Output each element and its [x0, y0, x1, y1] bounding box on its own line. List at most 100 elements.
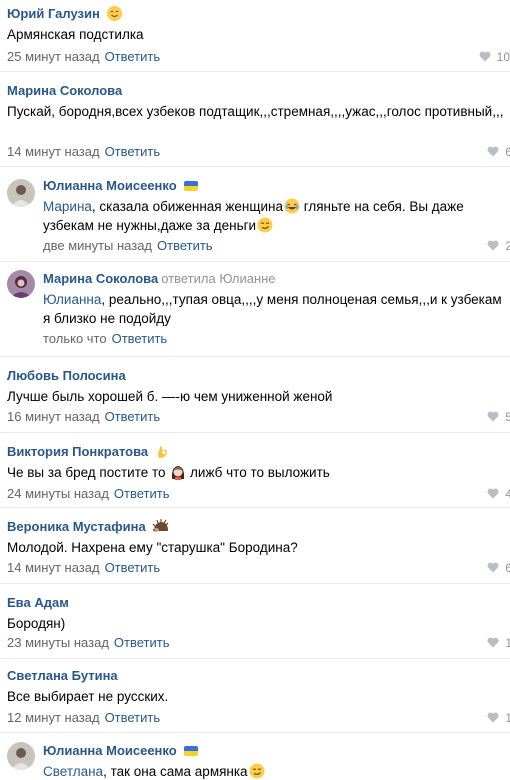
comment-text: Все выбирает не русских. [7, 687, 510, 706]
comment: Виктория Понкратова Че вы за бред постит… [0, 433, 510, 508]
mention-link[interactable]: Юлианна [43, 292, 101, 307]
like-button[interactable]: 1 [487, 710, 510, 726]
comment-meta: 14 минут назад Ответить [7, 144, 160, 160]
comment-time[interactable]: 14 минут назад [7, 560, 100, 575]
comment-text-segment: , реально,,,тупая овца,,,,у меня полноце… [43, 292, 502, 326]
like-button[interactable]: 1 [487, 635, 510, 651]
author-row: Юрий Галузин [7, 6, 510, 22]
comment: Вероника Мустафина Молодой. Нахрена ему … [0, 508, 510, 584]
comment-time[interactable]: 23 минуты назад [7, 635, 109, 650]
comment-text-segment: Пускай, бородня,всех узбеков подтащик,,,… [7, 104, 504, 119]
comment-author[interactable]: Марина Соколова [43, 271, 158, 286]
heart-icon [487, 240, 499, 251]
heart-icon [487, 488, 499, 499]
hedgehog-icon [152, 519, 169, 534]
comment-text: Бородян) [7, 614, 510, 633]
comment-body: Виктория Понкратова Че вы за бред постит… [7, 444, 510, 482]
reply-button[interactable]: Ответить [112, 331, 168, 346]
comment-time[interactable]: 24 минуты назад [7, 486, 109, 501]
reply-button[interactable]: Ответить [105, 560, 161, 575]
reply-button[interactable]: Ответить [105, 710, 161, 725]
comment: Марина Соколова Пускай, бородня,всех узб… [0, 72, 510, 167]
comment-meta: 12 минут назад Ответить [7, 710, 160, 726]
like-button[interactable]: 5 [487, 409, 510, 425]
reply-button[interactable]: Ответить [114, 635, 170, 650]
comment-author[interactable]: Ева Адам [7, 595, 69, 610]
heart-icon [487, 146, 499, 157]
heart-icon [487, 411, 499, 422]
like-count: 6 [505, 145, 510, 159]
comments-list: Юрий Галузин Армянская подстилка 25 мину… [0, 0, 510, 780]
smiling-face-icon [106, 6, 122, 21]
reply-button[interactable]: Ответить [157, 238, 213, 253]
heart-icon [487, 637, 499, 648]
comment-body: Светлана Бутина Все выбирает не русских. [7, 668, 510, 706]
ukraine-flag-icon [184, 746, 199, 756]
like-count: 4 [505, 487, 510, 501]
mention-link[interactable]: Марина [43, 199, 92, 214]
comment-text-segment: Че вы за бред постите то [7, 465, 170, 480]
comment-text: Че вы за бред постите то лижб что то выл… [7, 463, 510, 482]
comment-author[interactable]: Юлианна Моисеенко [43, 178, 177, 193]
comment-meta: 24 минуты назад Ответить [7, 486, 169, 502]
comment-body: Юлианна Моисеенко Светлана, так она сама… [43, 743, 510, 780]
comment-time[interactable]: 25 минут назад [7, 49, 100, 64]
comment-text: Молодой. Нахрена ему "старушка" Бородина… [7, 538, 510, 557]
mention-link[interactable]: Светлана [43, 764, 103, 779]
comment-body: Юрий Галузин Армянская подстилка [7, 6, 510, 44]
comment-time[interactable]: 16 минут назад [7, 409, 100, 424]
comment-text-segment: Бородян) [7, 616, 66, 631]
reply-button[interactable]: Ответить [105, 409, 161, 424]
author-row: Юлианна Моисеенко [43, 178, 510, 194]
comment-body: Юлианна Моисеенко Марина, сказала обижен… [43, 178, 510, 235]
comment-author[interactable]: Светлана Бутина [7, 668, 118, 683]
comment-meta: 23 минуты назад Ответить [7, 635, 169, 651]
author-row: Марина Соколова ответила Юлианне [43, 271, 510, 287]
comment-author[interactable]: Марина Соколова [7, 83, 122, 98]
comment-author[interactable]: Виктория Понкратова [7, 444, 148, 459]
comment: Любовь Полосина Лучше быль хорошей б. —-… [0, 357, 510, 433]
like-button[interactable]: 6 [487, 144, 510, 160]
comment: Марина Соколова ответила Юлианне Юлианна,… [0, 262, 510, 357]
comment-time[interactable]: две минуты назад [43, 238, 152, 253]
comment: Юрий Галузин Армянская подстилка 25 мину… [0, 0, 510, 72]
comment-meta: 25 минут назад Ответить [7, 49, 160, 65]
comment-text-segment: Лучше быль хорошей б. —-ю чем униженной … [7, 389, 333, 404]
avatar[interactable] [7, 270, 35, 298]
comment-time[interactable]: 14 минут назад [7, 144, 100, 159]
comment-author[interactable]: Юлианна Моисеенко [43, 743, 177, 758]
like-button[interactable]: 4 [487, 486, 510, 502]
avatar[interactable] [7, 742, 35, 770]
ukraine-flag-icon [184, 181, 199, 191]
comment-text-segment: Молодой. Нахрена ему "старушка" Бородина… [7, 540, 298, 555]
like-count: 6 [505, 561, 510, 575]
author-row: Вероника Мустафина [7, 519, 510, 535]
replied-to[interactable]: ответила Юлианне [161, 271, 275, 286]
heart-icon [487, 562, 499, 573]
like-button[interactable]: 10 [479, 49, 510, 65]
comment-author[interactable]: Вероника Мустафина [7, 519, 146, 534]
like-count: 1 [505, 636, 510, 650]
avatar[interactable] [7, 179, 35, 207]
reply-button[interactable]: Ответить [105, 144, 161, 159]
comment-text: Пускай, бородня,всех узбеков подтащик,,,… [7, 102, 510, 121]
author-row: Ева Адам [7, 595, 510, 611]
smirking-face-icon [249, 763, 265, 779]
comment-meta: две минуты назад Ответить [43, 238, 213, 254]
reply-button[interactable]: Ответить [114, 486, 170, 501]
comment-text-segment: , сказала обиженная женщина [91, 199, 283, 214]
like-button[interactable]: 6 [487, 560, 510, 576]
heart-icon [479, 51, 491, 62]
comment-author[interactable]: Любовь Полосина [7, 368, 126, 383]
comment-time[interactable]: 12 минут назад [7, 710, 100, 725]
comment-author[interactable]: Юрий Галузин [7, 6, 100, 21]
comment-meta: 16 минут назад Ответить [7, 409, 160, 425]
rolling-laughing-face-icon [284, 198, 300, 214]
comment: Ева Адам Бородян) 23 минуты назад Ответит… [0, 584, 510, 659]
comment-text-segment: , так она сама армянка [103, 764, 248, 779]
like-count: 2 [505, 239, 510, 253]
comment-time[interactable]: только что [43, 331, 107, 346]
like-button[interactable]: 2 [487, 238, 510, 254]
comment-text: Светлана, так она сама армянка [43, 762, 510, 780]
reply-button[interactable]: Ответить [105, 49, 161, 64]
